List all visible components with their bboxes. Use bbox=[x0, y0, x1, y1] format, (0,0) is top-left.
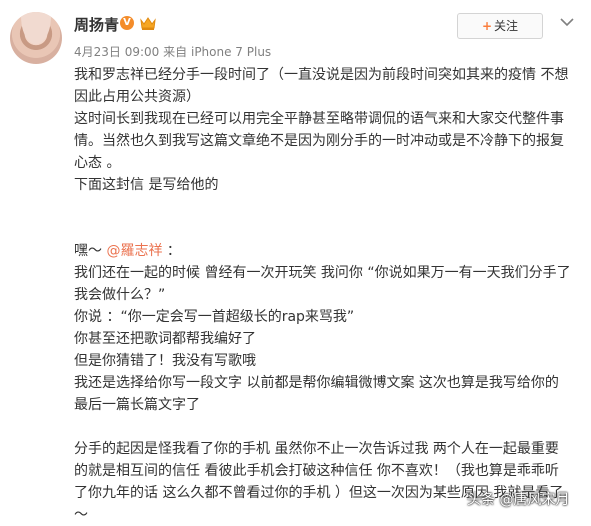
greeting-suffix: ： bbox=[162, 243, 181, 259]
verified-icon: V bbox=[120, 16, 134, 30]
post-text-line: 的就是相互间的信任 看彼此手机会打破这种信任 你不喜欢！（我也算是乖乖听 bbox=[74, 463, 559, 479]
source-prefix: 来自 bbox=[163, 45, 188, 59]
mention-link[interactable]: @羅志祥 bbox=[106, 243, 162, 259]
username[interactable]: 周扬青 bbox=[74, 14, 119, 35]
crown-icon bbox=[140, 17, 156, 30]
post-text-line: 因此占用公共资源） bbox=[74, 89, 200, 105]
greeting-line: 嘿～ @羅志祥 ： bbox=[74, 240, 580, 262]
follow-button[interactable]: + 关注 bbox=[457, 13, 543, 39]
post-text-line: 最后一篇长篇文字了 bbox=[74, 397, 200, 413]
post-meta: 4月23日 09:00 来自 iPhone 7 Plus bbox=[74, 43, 271, 60]
watermark: 头条 @唐风宋月 bbox=[467, 492, 570, 508]
post-text-line: 下面这封信 是写给他的 bbox=[74, 177, 219, 193]
post-text-line: 我和罗志祥已经分手一段时间了（一直没说是因为前段时间突如其来的疫情 不想 bbox=[74, 67, 569, 83]
post-text-line: 你说 ：“你一定会写一首超级长的rap来骂我” bbox=[74, 309, 355, 325]
post-text-line: 分手的起因是怪我看了你的手机 虽然你不止一次告诉过我 两个人在一起最重要 bbox=[74, 441, 559, 457]
post-text-line: 心态 。 bbox=[74, 155, 121, 171]
post-text-line: 我还是选择给你写一段文字 以前都是帮你编辑微博文案 这次也算是我写给你的 bbox=[74, 375, 559, 391]
more-chevron-icon[interactable] bbox=[557, 14, 577, 30]
post-text-line: 但是你猜错了！我没有写歌哦 bbox=[74, 353, 256, 369]
post-body: 我和罗志祥已经分手一段时间了（一直没说是因为前段时间突如其来的疫情 不想 因此占… bbox=[74, 64, 580, 526]
post-text-line: 情。当然也久到我写这篇文章绝不是因为刚分手的一时冲动或是不冷静下的报复 bbox=[74, 133, 564, 149]
avatar[interactable] bbox=[10, 12, 62, 64]
post-text-line: 你甚至还把歌词都帮我编好了 bbox=[74, 331, 256, 347]
greeting-prefix: 嘿～ bbox=[74, 243, 107, 259]
post-source[interactable]: iPhone 7 Plus bbox=[191, 45, 271, 59]
post-text-line: 我们还在一起的时候 曾经有一次开玩笑 我问你 “你说如果万一有一天我们分手了 bbox=[74, 265, 571, 281]
plus-icon: + bbox=[481, 19, 493, 33]
post-text-line: 我会做什么？” bbox=[74, 287, 166, 303]
post-text-line: 这时间长到我现在已经可以用完全平静甚至略带调侃的语气来和大家交代整件事 bbox=[74, 111, 564, 127]
post-timestamp[interactable]: 4月23日 09:00 bbox=[74, 45, 159, 59]
follow-label: 关注 bbox=[494, 19, 519, 33]
